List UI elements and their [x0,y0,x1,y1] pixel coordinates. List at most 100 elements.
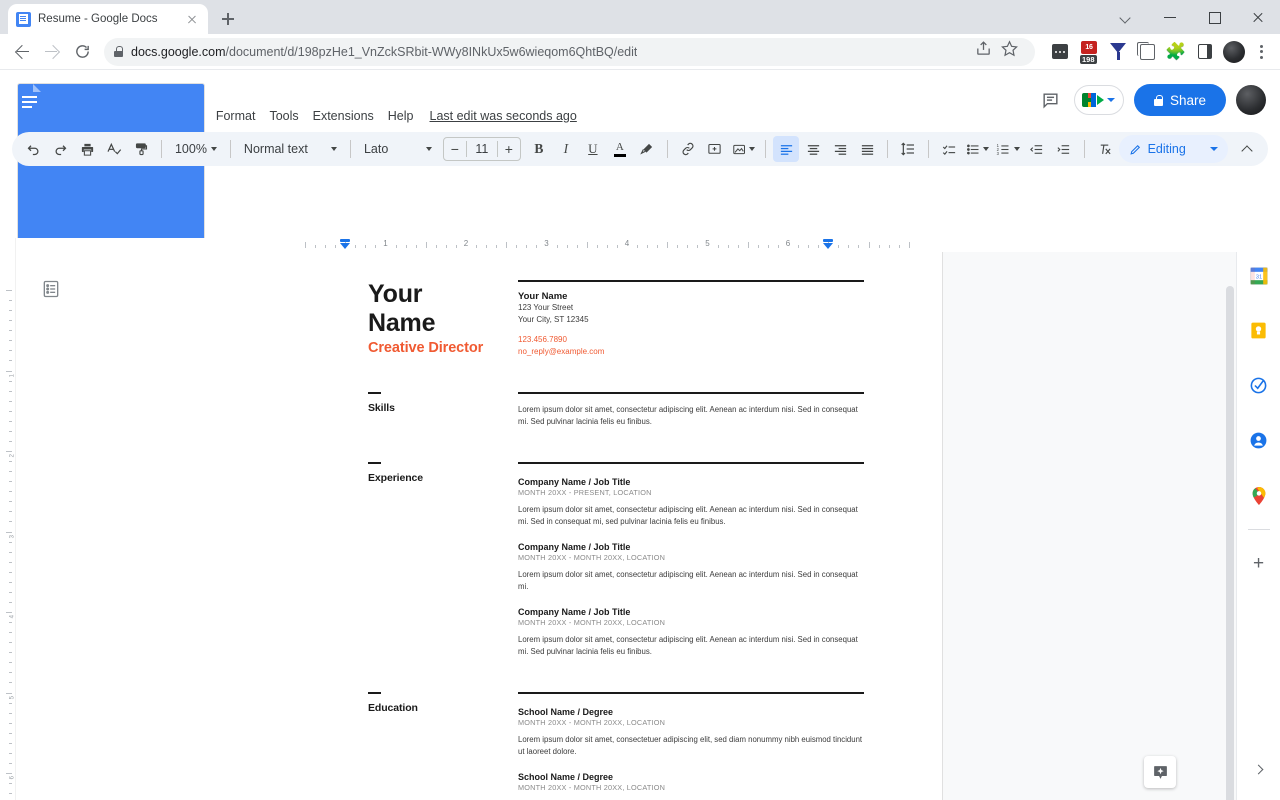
divider [518,391,864,394]
yahoo-extension-icon[interactable] [1105,39,1131,65]
comment-history-icon[interactable] [1038,87,1064,113]
vruler-number: 5 [9,695,15,699]
document-canvas[interactable]: Your Name Creative Director Your Name 12… [260,238,1236,800]
collapse-toolbar-button[interactable] [1235,136,1260,162]
share-page-icon[interactable] [975,40,999,64]
navigation-bar: docs.google.com/document/d/198pzHe1_VnZc… [0,34,1280,70]
bookmark-star-icon[interactable] [1001,39,1025,64]
checklist-icon[interactable] [936,136,962,162]
google-docs-app: Resume [0,70,1280,800]
paragraph-style-selector[interactable]: Normal text [238,136,343,162]
align-justify-button[interactable] [854,136,880,162]
bold-button[interactable]: B [526,136,552,162]
horizontal-ruler[interactable]: 1 2 3 4 5 6 [260,238,1242,252]
increase-indent-icon[interactable] [1051,136,1077,162]
new-tab-button[interactable] [214,5,242,33]
entry-description: Lorem ipsum dolor sit amet, consectetur … [518,634,858,657]
vruler-number: 3 [9,534,15,538]
align-right-button[interactable] [827,136,853,162]
vertical-ruler[interactable]: 1 2 3 4 5 6 [0,238,16,800]
right-indent-marker[interactable] [823,239,834,250]
google-meet-icon [1081,92,1104,108]
puzzle-extensions-icon[interactable]: 🧩 [1163,39,1189,65]
maximize-button[interactable] [1192,0,1236,34]
entry-meta: MONTH 20XX - PRESENT, LOCATION [518,487,652,497]
font-size-decrease[interactable]: − [444,138,466,160]
align-left-button[interactable] [773,136,800,162]
font-size-increase[interactable]: + [498,138,520,160]
bulleted-list-icon[interactable] [963,136,992,162]
spelling-check-icon[interactable] [101,136,127,162]
font-family-selector[interactable]: Lato [358,136,438,162]
account-avatar[interactable] [1236,85,1266,115]
close-window-button[interactable] [1236,0,1280,34]
numbered-list-icon[interactable]: 1 2 3 [993,136,1022,162]
font-family-value: Lato [363,142,389,156]
menu-extensions[interactable]: Extensions [306,107,381,125]
resume-section-education: Education School Name / Degree MONTH 20X… [368,691,864,800]
red-calendar-extension-icon[interactable]: 16 198 [1076,39,1102,65]
reload-icon[interactable] [68,38,96,66]
lock-icon [1153,94,1163,106]
editing-mode-selector[interactable]: Editing [1118,135,1228,163]
divider [518,280,864,283]
last-edit-status[interactable]: Last edit was seconds ago [430,109,577,123]
line-spacing-icon[interactable] [895,136,921,162]
section-label: Education [368,701,418,714]
text-color-button[interactable]: A [607,136,633,162]
entry-description: Lorem ipsum dolor sit amet, consectetur … [518,569,858,592]
google-meet-button[interactable] [1073,85,1124,115]
copy-extension-icon[interactable] [1134,39,1160,65]
document-page[interactable]: Your Name Creative Director Your Name 12… [260,238,942,800]
back-icon[interactable] [8,38,36,66]
font-size-stepper[interactable]: − 11 + [442,137,521,161]
vruler-number: 4 [9,615,15,619]
add-ons-plus-icon[interactable]: + [1239,536,1279,591]
minimize-button[interactable] [1148,0,1192,34]
forward-icon[interactable] [38,38,66,66]
clear-formatting-icon[interactable] [1092,136,1118,162]
menu-format[interactable]: Format [209,107,263,125]
chevron-down-icon[interactable] [1104,0,1148,34]
redo-icon[interactable] [47,136,73,162]
google-maps-icon[interactable] [1239,468,1279,523]
google-tasks-icon[interactable] [1239,358,1279,413]
highlight-color-icon[interactable] [634,136,660,162]
side-panel-icon[interactable] [1192,39,1218,65]
google-keep-icon[interactable] [1239,303,1279,358]
ruler-number: 1 [383,239,388,248]
add-comment-icon[interactable] [702,136,728,162]
explore-button[interactable] [1144,756,1176,788]
zoom-selector[interactable]: 100% [169,136,223,162]
share-button[interactable]: Share [1133,84,1226,116]
show-outline-icon[interactable] [38,276,64,302]
ruler-number: 6 [785,239,791,248]
google-contacts-icon[interactable] [1239,413,1279,468]
address-bar[interactable]: docs.google.com/document/d/198pzHe1_VnZc… [104,37,1035,66]
google-calendar-icon[interactable]: 31 [1239,248,1279,303]
close-tab-icon[interactable] [184,11,200,27]
underline-button[interactable]: U [580,136,606,162]
left-indent-marker[interactable] [340,239,351,250]
google-docs-logo[interactable] [12,82,204,724]
share-button-label: Share [1169,92,1206,108]
menu-tools[interactable]: Tools [262,107,305,125]
scrollbar-thumb[interactable] [1226,286,1234,800]
chevron-down-icon [425,147,432,151]
more-dots-extension-icon[interactable] [1047,39,1073,65]
browser-menu-icon[interactable] [1250,39,1272,65]
insert-link-icon[interactable] [675,136,701,162]
entry-title: Company Name / Job Title [518,541,631,552]
font-size-value[interactable]: 11 [467,142,497,156]
expand-side-panel-button[interactable] [1246,756,1272,782]
insert-image-icon[interactable] [729,136,758,162]
undo-icon[interactable] [20,136,46,162]
paint-format-icon[interactable] [128,136,154,162]
align-center-button[interactable] [800,136,826,162]
browser-tab[interactable]: Resume - Google Docs [8,4,208,34]
print-icon[interactable] [74,136,100,162]
menu-help[interactable]: Help [381,107,421,125]
italic-button[interactable]: I [553,136,579,162]
browser-avatar[interactable] [1221,39,1247,65]
decrease-indent-icon[interactable] [1024,136,1050,162]
